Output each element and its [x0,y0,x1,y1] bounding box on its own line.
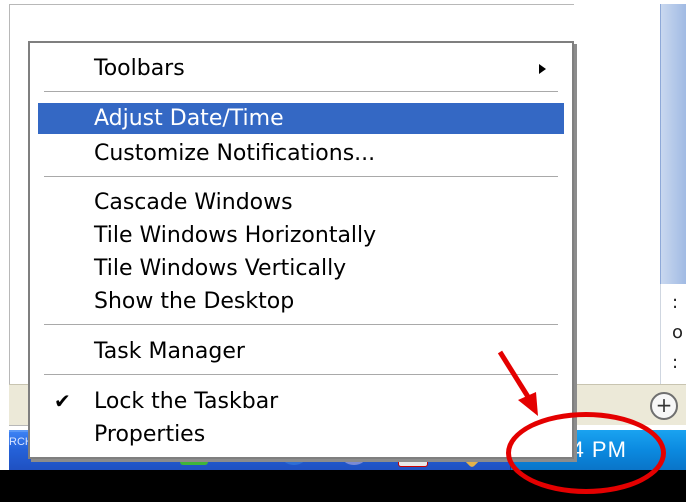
menu-item-properties[interactable]: Properties [38,419,564,450]
panel-glyph: : [672,292,679,313]
menu-item-label: Toolbars [94,56,185,81]
zoom-in-button[interactable]: + [650,392,678,420]
menu-item-label: Task Manager [94,339,245,364]
menu-separator [44,176,558,178]
annotation-ellipse [506,412,666,494]
panel-glyph: o [672,322,684,343]
menu-separator [44,374,558,376]
taskbar-context-menu: Toolbars Adjust Date/Time Customize Noti… [28,41,574,459]
menu-item-label: Adjust Date/Time [94,106,284,131]
menu-item-label: Tile Windows Horizontally [94,223,377,248]
menu-item-label: Cascade Windows [94,190,293,215]
menu-item-toolbars[interactable]: Toolbars [38,53,564,84]
menu-item-lock-taskbar[interactable]: ✔ Lock the Taskbar [38,386,564,417]
menu-item-label: Customize Notifications... [94,141,376,166]
menu-item-tile-vertically[interactable]: Tile Windows Vertically [38,253,564,284]
submenu-arrow-icon [539,64,546,74]
menu-item-adjust-date-time[interactable]: Adjust Date/Time [38,103,564,134]
menu-item-label: Tile Windows Vertically [94,256,347,281]
checkmark-icon: ✔ [54,389,71,413]
menu-item-cascade-windows[interactable]: Cascade Windows [38,187,564,218]
menu-item-task-manager[interactable]: Task Manager [38,336,564,367]
menu-separator [44,324,558,326]
menu-item-show-desktop[interactable]: Show the Desktop [38,286,564,317]
menu-item-customize-notifications[interactable]: Customize Notifications... [38,138,564,169]
menu-item-label: Show the Desktop [94,289,295,314]
menu-item-label: Lock the Taskbar [94,389,279,414]
panel-glyph: : [672,352,679,373]
menu-separator [44,91,558,93]
menu-item-label: Properties [94,422,206,447]
background-scroll-strip [660,4,686,284]
menu-item-tile-horizontally[interactable]: Tile Windows Horizontally [38,220,564,251]
